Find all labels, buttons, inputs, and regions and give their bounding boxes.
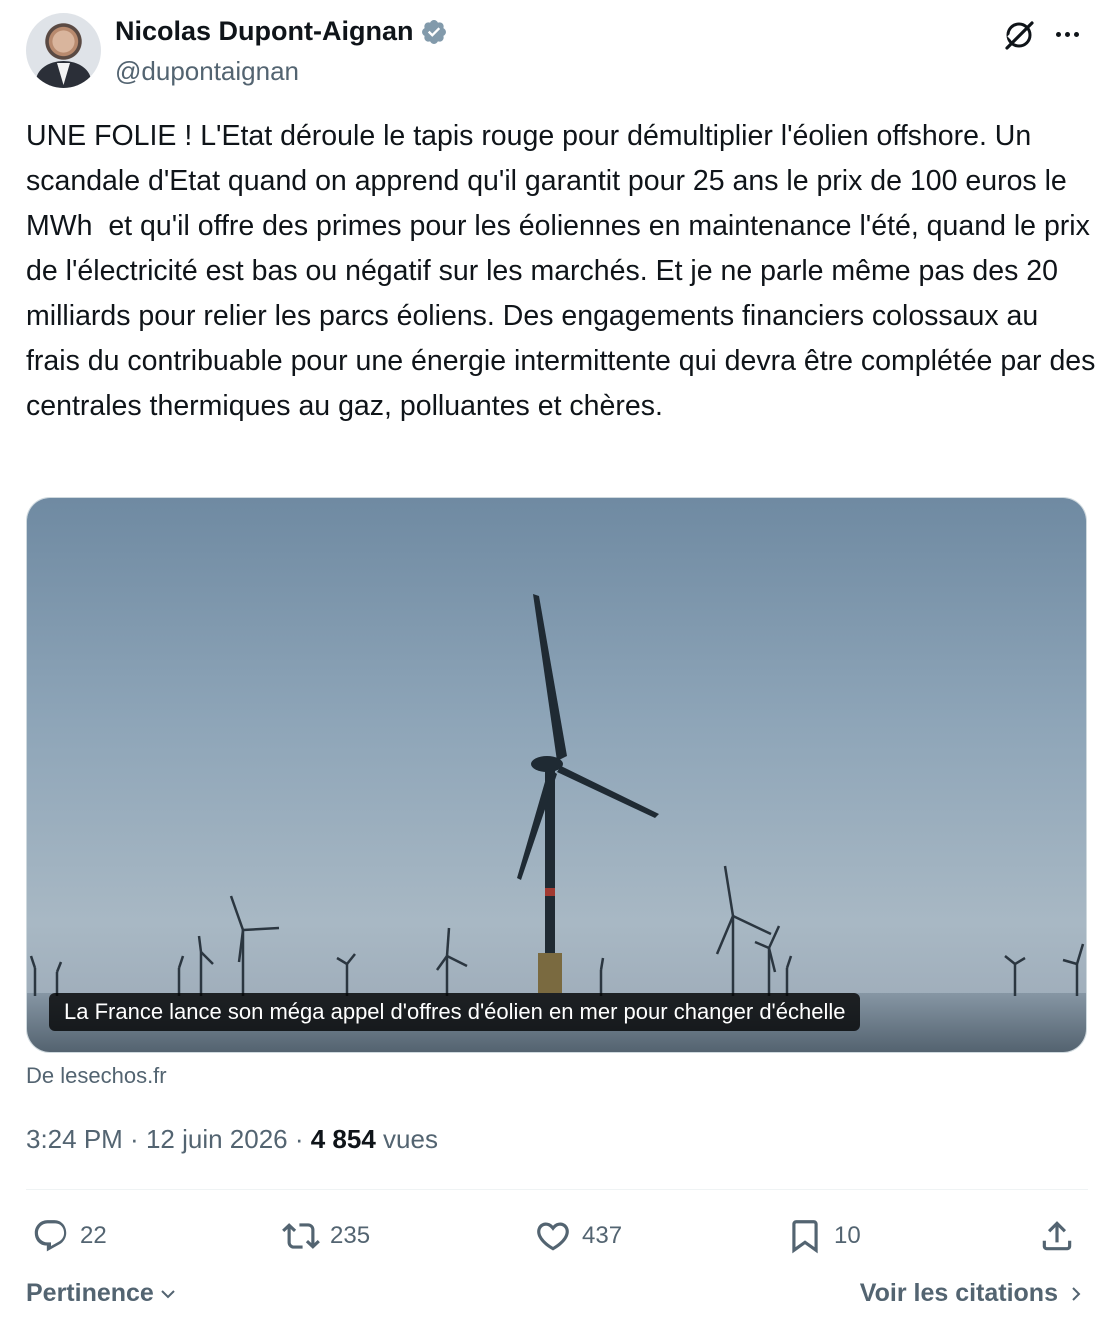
chevron-right-icon [1072,1286,1081,1301]
reply-button[interactable]: 22 [32,1210,107,1262]
like-count: 437 [582,1222,623,1249]
bookmark-count: 10 [834,1222,861,1249]
author-name-row: Nicolas Dupont-Aignan [115,16,448,47]
more-dot [1065,31,1070,37]
verified-badge-icon[interactable] [420,18,448,46]
meta-separator: · [287,1124,311,1154]
share-icon [1042,1221,1072,1251]
sort-dropdown[interactable]: Pertinence [26,1279,178,1308]
link-source[interactable]: De lesechos.fr [26,1063,167,1089]
tweet-header: Nicolas Dupont-Aignan @dupontaignan [26,12,1088,92]
bookmark-icon [792,1220,818,1254]
views-count: 4 854 [310,1124,376,1154]
reply-icon [34,1220,67,1252]
tweet-meta: 3:24 PM · 12 juin 2026 · 4 854 vues [26,1124,438,1155]
offshore-wind-turbines-photo [27,498,1086,1052]
share-button[interactable] [1038,1210,1076,1262]
views-label: vues [383,1124,438,1154]
repost-icon [282,1223,320,1249]
view-quotes-link[interactable]: Voir les citations [860,1279,1086,1308]
author-avatar[interactable] [26,13,101,88]
link-card-title[interactable]: La France lance son méga appel d'offres … [49,993,861,1031]
author-handle[interactable]: @dupontaignan [115,56,299,87]
view-quotes-label: Voir les citations [859,1279,1058,1307]
link-card[interactable]: La France lance son méga appel d'offres … [26,497,1087,1053]
more-dot [1074,31,1079,37]
divider [26,1189,1088,1190]
like-button[interactable]: 437 [534,1210,622,1262]
repost-button[interactable]: 235 [282,1210,370,1262]
meta-separator: · [122,1124,146,1154]
author-name[interactable]: Nicolas Dupont-Aignan [115,16,414,47]
chevron-down-icon [161,1289,175,1298]
tweet-text: UNE FOLIE ! L'Etat déroule le tapis roug… [26,120,1104,422]
repost-count: 235 [330,1222,371,1249]
tweet-time[interactable]: 3:24 PM [26,1124,123,1155]
bookmark-button[interactable]: 10 [786,1210,861,1262]
grok-icon[interactable] [1002,18,1036,52]
reply-count: 22 [80,1222,107,1249]
tweet-date[interactable]: 12 juin 2026 [146,1124,288,1155]
action-bar: 22 235 437 10 [26,1210,1088,1262]
heart-icon [537,1222,569,1251]
more-dot [1056,31,1061,37]
sort-label: Pertinence [26,1279,154,1307]
more-options-icon[interactable] [1056,24,1088,44]
